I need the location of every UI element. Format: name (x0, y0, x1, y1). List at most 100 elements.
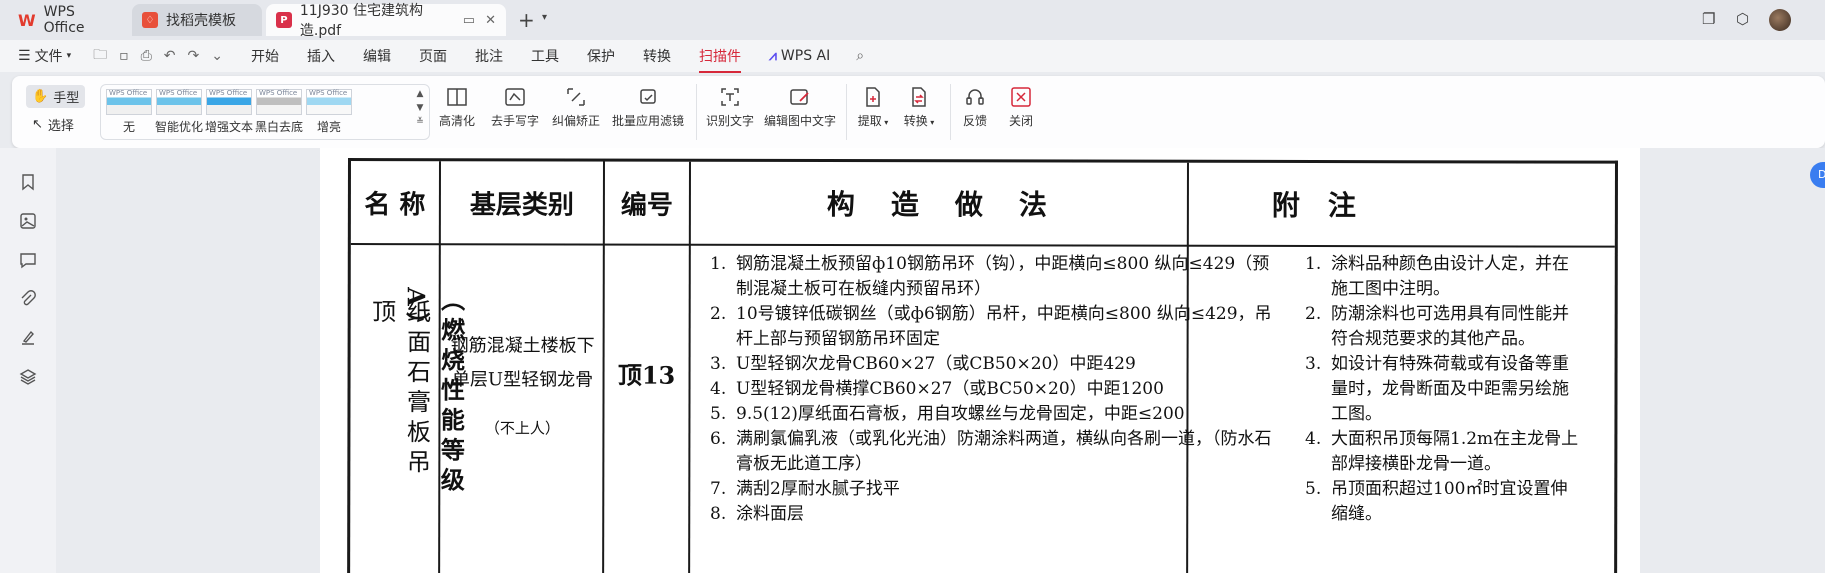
scroll-up-icon[interactable]: ▲ (413, 87, 427, 101)
menu-scan[interactable]: 扫描件 (685, 46, 755, 73)
tab-list-chevron-icon[interactable]: ▾ (542, 12, 547, 23)
batch-filter-button[interactable]: 批量应用滤镜 (610, 82, 686, 129)
wps-ai-icon: ⩘ (769, 48, 777, 64)
document-viewport[interactable]: 名 称 基层类别 编号 构 造 做 法 附 注 纸面石膏板吊顶 （燃烧性能等级A… (56, 148, 1825, 573)
filter-enhance-text[interactable]: WPS Office 增强文本 (205, 89, 253, 135)
filter-brighten[interactable]: WPS Office 增亮 (305, 89, 353, 135)
tool-label: 批量应用滤镜 (611, 114, 684, 128)
thumbnail-icon[interactable] (18, 211, 38, 231)
close-scan-button[interactable]: 关闭 (1004, 82, 1038, 129)
avatar[interactable] (1769, 9, 1791, 31)
filter-black-white[interactable]: WPS Office 黑白去底 (255, 89, 303, 135)
tool-label: 提取 (857, 114, 882, 128)
tab-pdf-document[interactable]: P 11J930 住宅建筑构造.pdf ▭ ✕ (266, 3, 506, 39)
file-menu-button[interactable]: ☰ 文件 ▾ (18, 46, 71, 66)
note-item: 5. 吊顶面积超过100㎡时宜设置伸缩缝。 (1305, 479, 1568, 524)
tool-label: 识别文字 (705, 114, 754, 128)
attachment-icon[interactable] (18, 289, 38, 309)
signature-icon[interactable] (18, 328, 38, 348)
base-type-note: （不上人） (484, 419, 560, 438)
cube-icon[interactable]: ⬡ (1736, 10, 1749, 28)
more-chevron-icon[interactable]: ⌄ (211, 48, 223, 64)
comment-icon[interactable] (18, 250, 38, 270)
left-sidebar (0, 148, 56, 573)
note-item: 1. 涂料品种颜色由设计人定，并在施工图中注明。 (1305, 254, 1569, 299)
filter-smart-optimize[interactable]: WPS Office 智能优化 (155, 89, 203, 135)
menu-convert[interactable]: 转换 (629, 46, 685, 66)
procedure-step: 5. 9.5(12)厚纸面石膏板，用自攻螺丝与龙骨固定，中距≤200 (710, 404, 1185, 424)
tab-window-icon[interactable]: ▭ (463, 13, 475, 28)
scroll-down-icon[interactable]: ▼ (413, 101, 427, 115)
scan-ribbon: ✋ 手型 ↖ 选择 WPS Office 无 WPS Office 智能优化 W… (12, 76, 1825, 148)
note-item: 3. 如设计有特殊荷载或有设备等重量时，龙骨断面及中距需另绘施工图。 (1305, 354, 1569, 424)
deskew-button[interactable]: 纠偏矫正 (546, 82, 606, 129)
filter-scroll-controls: ▲ ▼ ≚ (413, 87, 427, 129)
menu-insert[interactable]: 插入 (293, 46, 349, 66)
select-tool-label: 选择 (47, 119, 74, 134)
hamburger-icon: ☰ (18, 48, 31, 64)
procedure-step: 7. 满刮2厚耐水腻子找平 (710, 479, 900, 499)
procedure-step: 2. 10号镀锌低碳钢丝（或ф6钢筋）吊杆，中距横向≤800 纵向≤429，吊杆上… (710, 304, 1272, 349)
extract-icon (854, 82, 892, 112)
pdf-file-icon: P (276, 12, 292, 28)
undo-icon[interactable]: ↶ (164, 48, 176, 64)
feedback-button[interactable]: 反馈 (958, 82, 992, 129)
edit-image-text-button[interactable]: 编辑图中文字 (762, 82, 838, 129)
procedure-step: 1. 钢筋混凝土板预留ф10钢筋吊环（钩），中距横向≤800 纵向≤429（预制混… (710, 254, 1270, 299)
tab-template[interactable]: ♢ 找稻壳模板 (132, 4, 262, 36)
tool-label: 高清化 (438, 114, 475, 128)
tool-label: 转换 (903, 114, 928, 128)
hand-tool-button[interactable]: ✋ 手型 (26, 85, 86, 108)
window-layout-icon[interactable]: ❐ (1702, 10, 1715, 28)
wps-logo-icon: W (18, 10, 36, 30)
menu-tools[interactable]: 工具 (517, 46, 573, 66)
open-folder-icon[interactable]: 🗀 (93, 44, 107, 68)
menu-page[interactable]: 页面 (405, 46, 461, 66)
note-item: 4. 大面积吊顶每隔1.2m在主龙骨上部焊接横卧龙骨一道。 (1305, 429, 1579, 474)
remove-handwriting-button[interactable]: 去手写字 (486, 82, 544, 129)
file-menu-label: 文件 (34, 49, 63, 65)
layers-icon[interactable] (18, 367, 38, 387)
redo-icon[interactable]: ↷ (188, 48, 200, 64)
docer-logo-icon: ♢ (142, 12, 158, 28)
title-bar: W WPS Office ♢ 找稻壳模板 P 11J930 住宅建筑构造.pdf… (0, 0, 1825, 40)
tool-label: 编辑图中文字 (763, 114, 836, 128)
procedure-step: 3. U型轻钢次龙骨CB60×27（或CB50×20）中距429 (710, 354, 1136, 374)
menu-annotate[interactable]: 批注 (461, 46, 517, 66)
batch-filter-icon (610, 82, 686, 112)
convert-button[interactable]: 转换 ▾ (900, 82, 938, 129)
menu-protect[interactable]: 保护 (573, 46, 629, 66)
ocr-button[interactable]: 识别文字 (704, 82, 756, 129)
expand-gallery-icon[interactable]: ≚ (413, 115, 427, 129)
base-type-cell: 钢筋混凝土楼板下 单层U型轻钢龙骨 （不上人） (446, 329, 598, 445)
filter-label: 无 (122, 120, 135, 134)
remove-handwriting-icon (486, 82, 544, 112)
filter-label: 增强文本 (205, 120, 254, 134)
header-notes: 附 注 (1271, 188, 1356, 223)
tab-close-icon[interactable]: ✕ (485, 13, 496, 28)
new-tab-plus-icon[interactable]: + (518, 8, 535, 32)
save-icon[interactable]: ▫ (119, 48, 129, 64)
search-icon[interactable]: ⌕ (856, 48, 864, 64)
extract-button[interactable]: 提取 ▾ (854, 82, 892, 129)
wps-ai-button[interactable]: ⩘ WPS AI (755, 48, 844, 64)
menu-bar: ☰ 文件 ▾ 🗀 ▫ ⎙ ↶ ↷ ⌄ 开始 插入 编辑 页面 批注 工具 保护 … (0, 40, 1825, 73)
feedback-icon (958, 82, 992, 112)
wps-ai-label: WPS AI (780, 48, 831, 64)
note-item: 2. 防潮涂料也可选用具有同性能并符合规范要求的其他产品。 (1305, 304, 1569, 349)
tool-label: 关闭 (1008, 114, 1033, 128)
menu-start[interactable]: 开始 (237, 46, 293, 66)
hd-button[interactable]: 高清化 (432, 82, 482, 129)
hand-icon: ✋ (32, 89, 49, 104)
filter-none[interactable]: WPS Office 无 (105, 89, 153, 135)
ribbon-separator (846, 84, 847, 140)
tab-wps-office[interactable]: W WPS Office (8, 4, 128, 36)
filter-label: 智能优化 (155, 120, 204, 134)
bookmark-icon[interactable] (18, 172, 38, 192)
menu-edit[interactable]: 编辑 (349, 46, 405, 66)
header-name: 名 称 (364, 189, 426, 220)
filter-thumbnail: WPS Office (256, 89, 302, 115)
select-tool-button[interactable]: ↖ 选择 (26, 113, 80, 136)
print-icon[interactable]: ⎙ (141, 48, 152, 64)
header-code: 编号 (620, 190, 673, 221)
